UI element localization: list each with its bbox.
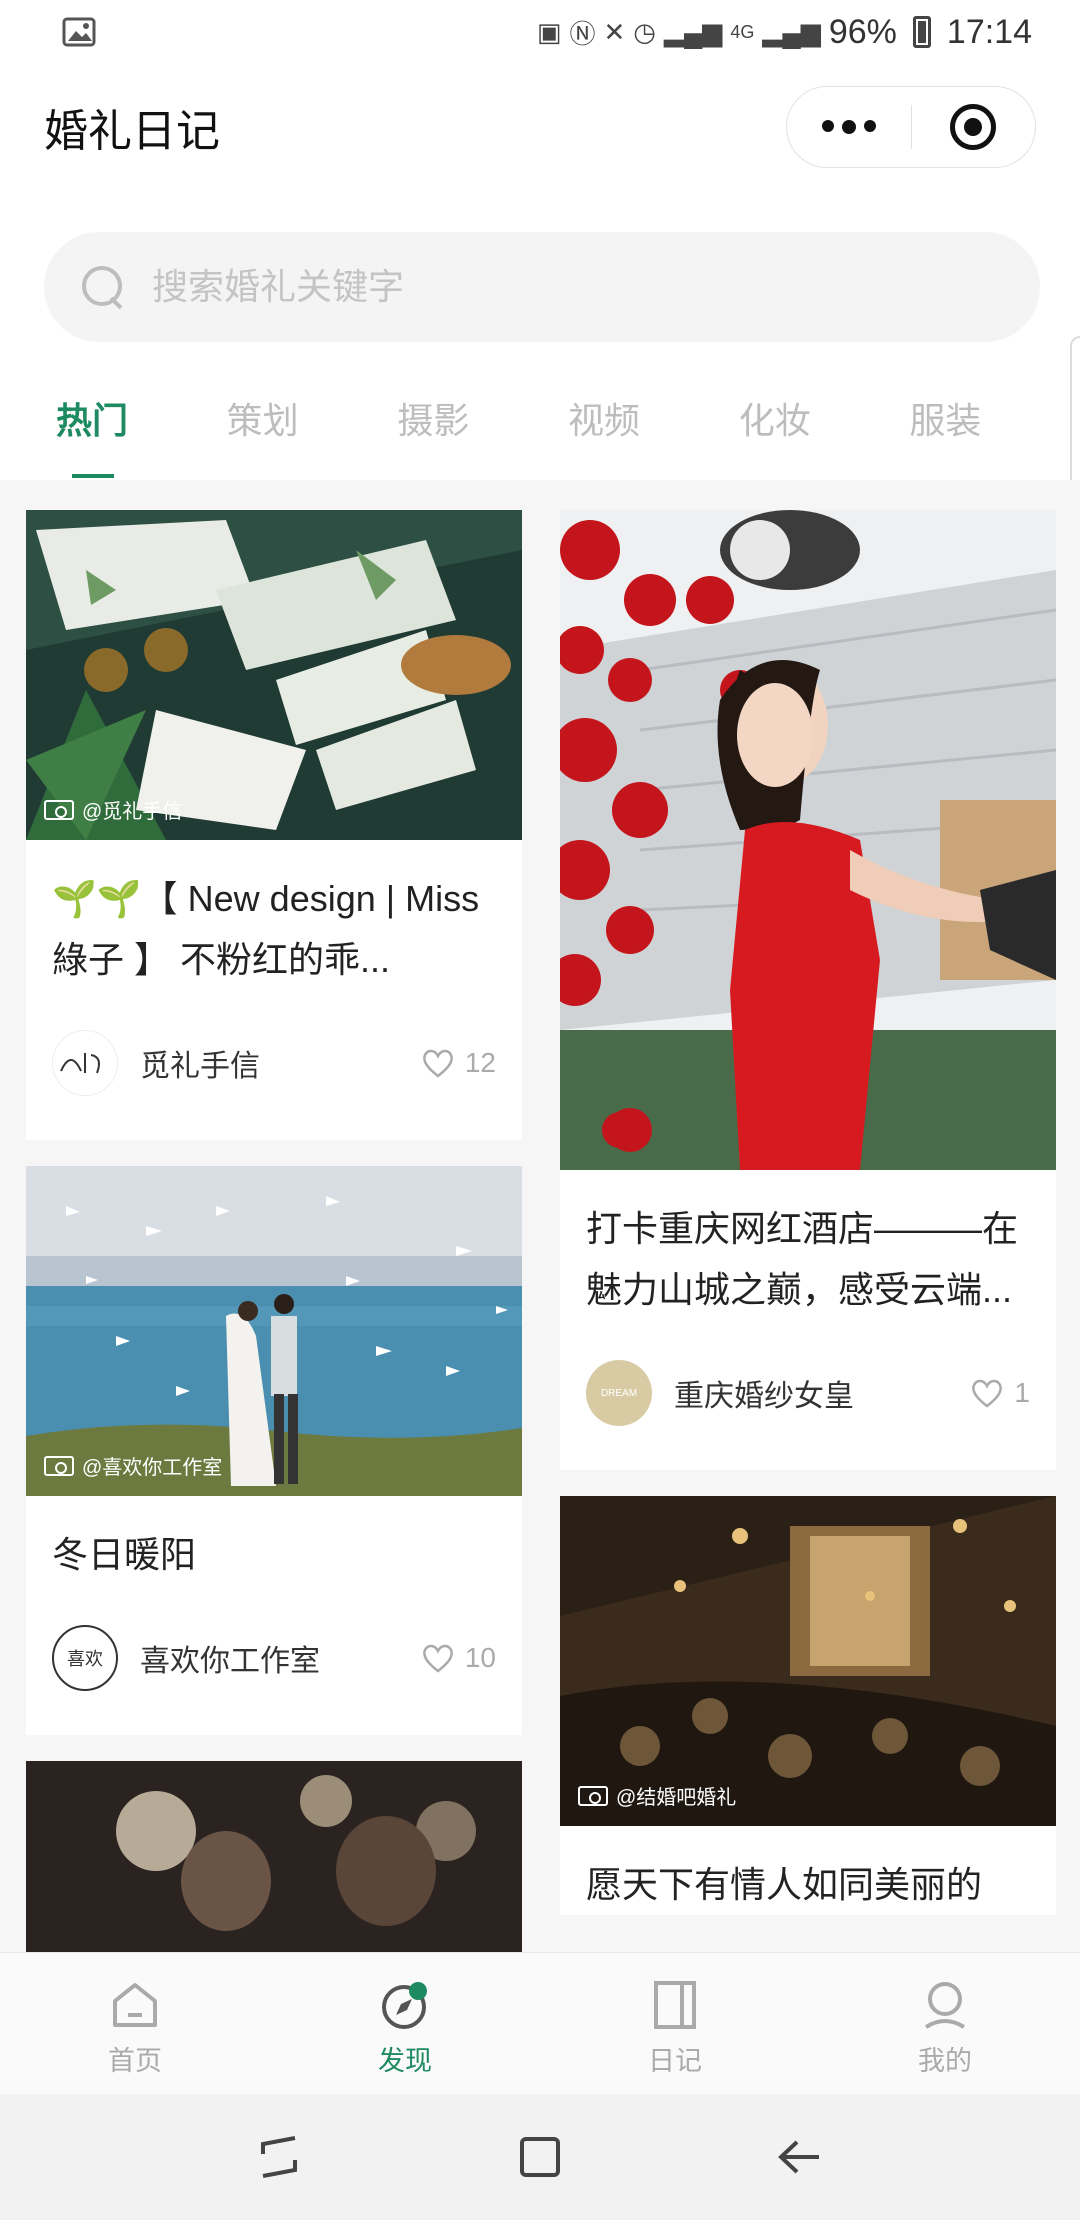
heart-icon <box>422 1049 453 1078</box>
post-title[interactable]: 打卡重庆网红酒店———在魅力山城之巅，感受云端... <box>560 1170 1056 1320</box>
photo-icon <box>44 799 74 820</box>
post-image[interactable]: @觅礼手信 <box>26 510 522 840</box>
avatar[interactable]: 喜欢 <box>52 1625 118 1691</box>
like-button[interactable]: 12 <box>421 1047 496 1079</box>
tab-label: 发现 <box>378 2046 432 2076</box>
post-card[interactable]: @结婚吧婚礼 愿天下有情人如同美丽的 <box>560 1496 1056 1915</box>
signal-icon-2: ▂▄▆ <box>762 16 821 47</box>
like-count: 12 <box>464 1047 496 1078</box>
system-nav-bar <box>0 2094 1080 2220</box>
back-button[interactable] <box>770 2127 830 2187</box>
diary-icon <box>654 1981 696 2029</box>
post-card[interactable]: @觅礼手信 🌱🌱【 New design | Miss 綠子 】 不粉红的乖..… <box>26 510 522 1140</box>
photo-icon <box>44 1455 74 1476</box>
nfc-icon: Ⓝ <box>569 18 596 49</box>
tab-hot[interactable]: 热门 <box>56 370 227 480</box>
like-button[interactable]: 10 <box>421 1642 496 1674</box>
tab-planning[interactable]: 策划 <box>227 370 398 480</box>
search-box[interactable] <box>44 232 1040 342</box>
post-image[interactable]: @喜欢你工作室 <box>26 1166 522 1496</box>
post-card[interactable]: 打卡重庆网红酒店———在魅力山城之巅，感受云端... DREAM 重庆婚纱女皇 … <box>560 510 1056 1470</box>
tab-clothing[interactable]: 服装 <box>909 370 1080 480</box>
recent-apps-icon <box>261 2136 297 2178</box>
compass-icon <box>382 1982 427 2029</box>
tab-home[interactable]: 首页 <box>0 1953 270 2094</box>
tab-label: 我的 <box>918 2046 972 2076</box>
feed[interactable]: @觅礼手信 🌱🌱【 New design | Miss 綠子 】 不粉红的乖..… <box>0 480 1080 1952</box>
like-count: 1 <box>1014 1377 1030 1408</box>
mute-icon: ✕ <box>603 16 626 47</box>
heart-icon <box>422 1644 453 1673</box>
post-image[interactable]: @结婚吧婚礼 <box>560 1496 1056 1826</box>
feed-column-left: @觅礼手信 🌱🌱【 New design | Miss 綠子 】 不粉红的乖..… <box>26 510 522 1952</box>
image-watermark: @喜欢你工作室 <box>44 1451 222 1480</box>
author-name[interactable]: 觅礼手信 <box>140 1041 421 1085</box>
profile-icon <box>924 1982 966 2029</box>
avatar[interactable] <box>52 1030 118 1096</box>
close-mini-program-button[interactable] <box>912 87 1036 167</box>
recent-apps-button[interactable] <box>250 2127 310 2187</box>
image-watermark: @觅礼手信 <box>44 795 182 824</box>
avatar-text: 喜欢 <box>67 1649 103 1669</box>
post-card[interactable]: @喜欢你工作室 冬日暖阳 喜欢 喜欢你工作室 10 <box>26 1166 522 1735</box>
bottom-tab-bar: 首页 发现 日记 我的 <box>0 1952 1080 2094</box>
gallery-notification-icon <box>62 17 96 47</box>
post-image[interactable] <box>560 510 1056 1170</box>
author-name[interactable]: 喜欢你工作室 <box>140 1636 421 1680</box>
post-image[interactable] <box>26 1761 522 1952</box>
network-type-label: 4G <box>730 21 755 42</box>
battery-percent: 96% <box>828 12 897 51</box>
like-button[interactable]: 1 <box>970 1377 1030 1409</box>
more-dots-icon <box>821 120 876 134</box>
back-arrow-icon <box>778 2140 819 2174</box>
heart-icon <box>972 1379 1003 1408</box>
brand-logo-icon <box>60 1053 100 1074</box>
post-card[interactable] <box>26 1761 522 1952</box>
tab-label: 日记 <box>648 2046 702 2076</box>
search-input[interactable] <box>152 266 852 308</box>
post-title[interactable]: 愿天下有情人如同美丽的 <box>560 1826 1056 1915</box>
home-system-button[interactable] <box>510 2127 570 2187</box>
post-title[interactable]: 🌱🌱【 New design | Miss 綠子 】 不粉红的乖... <box>26 840 522 990</box>
page-title: 婚礼日记 <box>44 107 220 156</box>
avatar[interactable]: DREAM <box>586 1360 652 1426</box>
image-watermark: @结婚吧婚礼 <box>578 1781 736 1810</box>
watermark-text: @结婚吧婚礼 <box>616 1787 737 1809</box>
battery-saver-icon: ▣ <box>536 16 562 47</box>
tab-label: 首页 <box>108 2046 162 2076</box>
tab-profile[interactable]: 我的 <box>810 1953 1080 2094</box>
like-count: 10 <box>464 1642 496 1673</box>
tab-photography[interactable]: 摄影 <box>397 370 568 480</box>
signal-icon: ▂▄▆ <box>663 16 723 47</box>
post-footer: 觅礼手信 12 <box>26 990 522 1140</box>
alarm-icon: ◷ <box>633 16 656 47</box>
battery-icon <box>912 16 931 48</box>
watermark-text: @觅礼手信 <box>82 801 183 823</box>
tab-diary[interactable]: 日记 <box>540 1953 810 2094</box>
feed-column-right: 打卡重庆网红酒店———在魅力山城之巅，感受云端... DREAM 重庆婚纱女皇 … <box>560 510 1056 1941</box>
app-header: 婚礼日记 <box>0 64 1080 190</box>
avatar-text: DREAM <box>600 1387 638 1399</box>
more-button[interactable] <box>787 87 911 167</box>
watermark-text: @喜欢你工作室 <box>82 1457 223 1479</box>
tab-discover[interactable]: 发现 <box>270 1953 540 2094</box>
post-footer: 喜欢 喜欢你工作室 10 <box>26 1585 522 1735</box>
mini-program-capsule <box>786 86 1036 168</box>
tab-video[interactable]: 视频 <box>568 370 739 480</box>
home-square-icon <box>520 2137 560 2177</box>
photo-icon <box>578 1785 608 1806</box>
post-footer: DREAM 重庆婚纱女皇 1 <box>560 1320 1056 1470</box>
category-tabs: 热门 策划 摄影 视频 化妆 服装 <box>0 370 1080 480</box>
status-bar: ▣ Ⓝ ✕ ◷ ▂▄▆ 4G ▂▄▆ 96% 17:14 <box>0 0 1080 64</box>
author-name[interactable]: 重庆婚纱女皇 <box>674 1371 970 1415</box>
post-title[interactable]: 冬日暖阳 <box>26 1496 522 1585</box>
tab-makeup[interactable]: 化妆 <box>739 370 910 480</box>
clock: 17:14 <box>946 12 1032 51</box>
search-icon <box>80 264 126 310</box>
target-icon <box>950 104 997 150</box>
home-icon <box>113 1983 157 2027</box>
search-section <box>0 190 1080 370</box>
